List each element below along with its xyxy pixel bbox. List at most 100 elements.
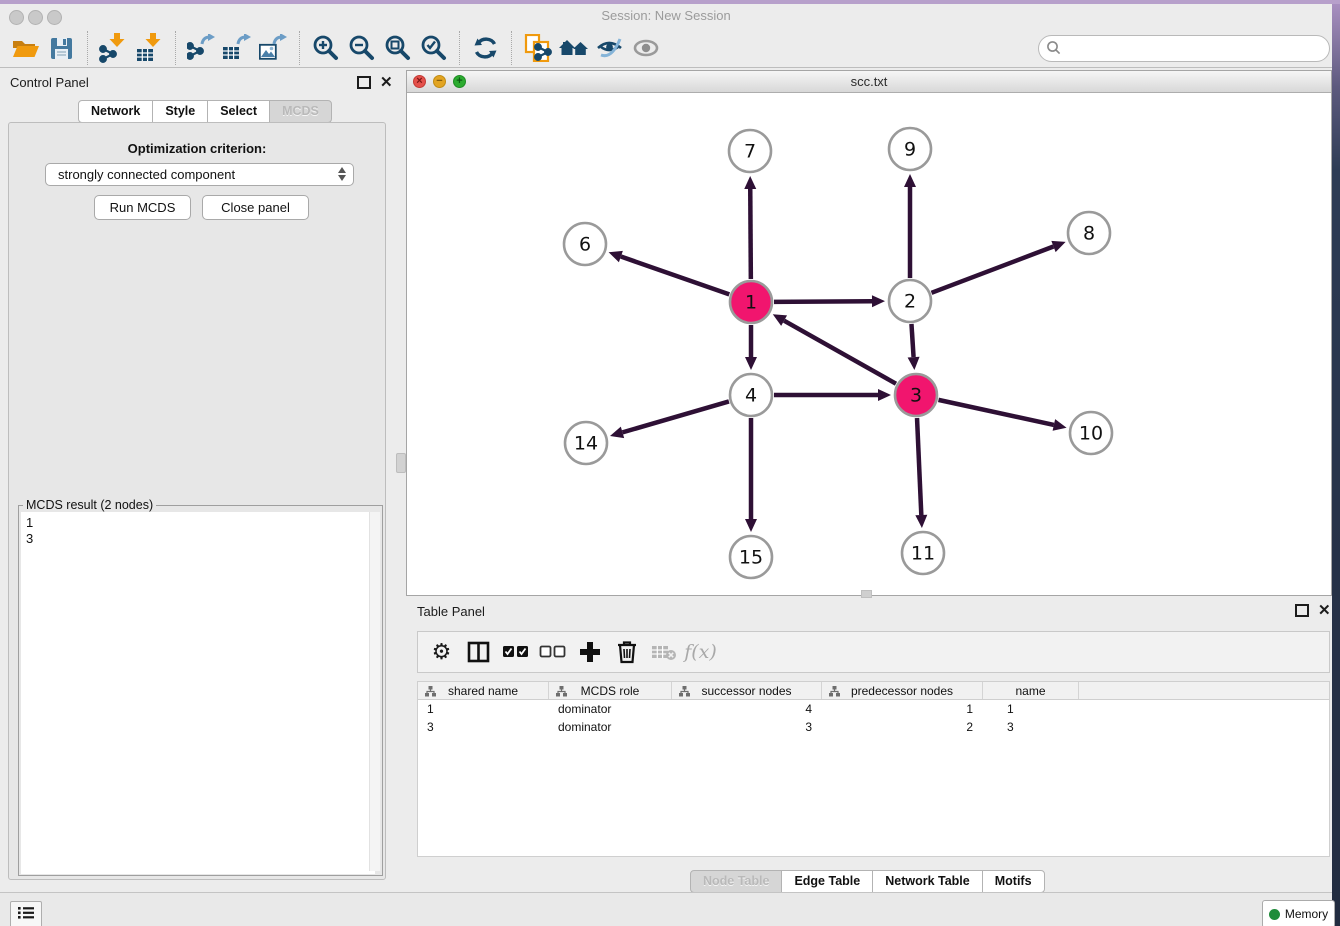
table-cell[interactable]: 2 (822, 718, 983, 736)
select-stepper-icon (338, 167, 346, 181)
graph-edge-3-10[interactable] (938, 400, 1053, 425)
export-image-icon[interactable] (256, 32, 292, 64)
column-header-predecessor-nodes[interactable]: predecessor nodes (822, 682, 983, 699)
delete-table-icon[interactable] (648, 635, 679, 669)
graph-arrowhead-4-15 (745, 519, 757, 532)
column-header-shared-name[interactable]: shared name (418, 682, 549, 699)
graph-node-2[interactable]: 2 (889, 280, 931, 322)
split-columns-icon[interactable] (463, 635, 494, 669)
save-session-icon[interactable] (44, 32, 80, 64)
graph-node-7[interactable]: 7 (729, 130, 771, 172)
toolbar-separator (87, 31, 89, 65)
graph-node-6[interactable]: 6 (564, 223, 606, 265)
criterion-value: strongly connected component (58, 167, 235, 182)
zoom-fit-icon[interactable] (380, 32, 416, 64)
zoom-out-icon[interactable] (344, 32, 380, 64)
network-canvas[interactable]: 7 9 6 8 1 2 4 3 14 10 15 11 (407, 93, 1331, 595)
control-panel-buttons: ✕ (357, 76, 393, 89)
clone-network-icon[interactable] (520, 32, 556, 64)
tab-edge-table[interactable]: Edge Table (781, 870, 873, 893)
refresh-icon[interactable] (468, 32, 504, 64)
task-history-button[interactable] (10, 901, 42, 926)
column-header-MCDS-role[interactable]: MCDS role (549, 682, 672, 699)
criterion-select[interactable]: strongly connected component (45, 163, 354, 186)
toolbar-separator (459, 31, 461, 65)
home-icon[interactable] (556, 32, 592, 64)
graph-node-11[interactable]: 11 (902, 532, 944, 574)
table-cell[interactable]: dominator (549, 718, 672, 736)
add-column-icon[interactable] (574, 635, 605, 669)
graph-node-9[interactable]: 9 (889, 128, 931, 170)
table-cell[interactable]: 1 (822, 700, 983, 718)
column-header-successor-nodes[interactable]: successor nodes (672, 682, 822, 699)
graph-node-8[interactable]: 8 (1068, 212, 1110, 254)
graph-edge-3-11[interactable] (917, 418, 921, 515)
table-cell[interactable]: 4 (672, 700, 822, 718)
tab-select[interactable]: Select (207, 100, 270, 123)
graph-node-14[interactable]: 14 (565, 422, 607, 464)
export-network-icon[interactable] (184, 32, 220, 64)
graph-node-10[interactable]: 10 (1070, 412, 1112, 454)
graph-arrowhead-3-10 (1053, 419, 1067, 431)
graph-node-3[interactable]: 3 (895, 374, 937, 416)
select-all-columns-icon[interactable] (500, 635, 531, 669)
result-scrollbar[interactable] (369, 512, 380, 871)
table-cell[interactable]: 1 (418, 700, 549, 718)
canvas-splitter-handle[interactable] (861, 590, 872, 598)
graph-arrowhead-4-3 (878, 389, 891, 401)
float-panel-icon[interactable] (1295, 604, 1309, 617)
panel-splitter-handle[interactable] (396, 453, 406, 473)
graph-node-1[interactable]: 1 (730, 281, 772, 323)
close-panel-icon[interactable]: ✕ (1318, 604, 1331, 617)
unselect-all-columns-icon[interactable] (537, 635, 568, 669)
table-cell[interactable]: dominator (549, 700, 672, 718)
tab-node-table[interactable]: Node Table (690, 870, 782, 893)
table-cell[interactable]: 1 (983, 700, 1079, 718)
sort-tree-icon (679, 686, 690, 700)
function-builder-icon[interactable]: f(x) (685, 635, 716, 669)
import-network-icon[interactable] (96, 32, 132, 64)
export-table-icon[interactable] (220, 32, 256, 64)
import-table-icon[interactable] (132, 32, 168, 64)
network-window: × − + scc.txt 7 9 6 8 1 2 4 3 14 10 15 1… (406, 70, 1332, 596)
graph-node-label: 10 (1079, 423, 1103, 445)
delete-column-icon[interactable] (611, 635, 642, 669)
close-panel-icon[interactable]: ✕ (380, 76, 393, 89)
toolbar-separator (511, 31, 513, 65)
graph-edge-2-8[interactable] (932, 246, 1054, 292)
optimization-criterion-label: Optimization criterion: (8, 141, 386, 156)
tab-network-table[interactable]: Network Table (872, 870, 983, 893)
table-row[interactable]: 1dominator411 (418, 700, 1329, 718)
zoom-in-icon[interactable] (308, 32, 344, 64)
graph-edge-1-2[interactable] (774, 301, 872, 302)
graph-node-4[interactable]: 4 (730, 374, 772, 416)
gear-icon[interactable]: ⚙ (426, 635, 457, 669)
close-panel-button[interactable]: Close panel (202, 195, 309, 220)
graph-edge-2-3[interactable] (911, 324, 913, 357)
zoom-selected-icon[interactable] (416, 32, 452, 64)
search-input[interactable] (1038, 35, 1330, 62)
tab-style[interactable]: Style (152, 100, 208, 123)
mcds-result-text[interactable]: 1 3 (21, 512, 375, 874)
hide-panels-icon[interactable] (592, 32, 628, 64)
float-panel-icon[interactable] (357, 76, 371, 89)
tab-mcds[interactable]: MCDS (269, 100, 332, 123)
table-cell[interactable]: 3 (672, 718, 822, 736)
show-eye-icon[interactable] (628, 32, 664, 64)
table-row[interactable]: 3dominator323 (418, 718, 1329, 736)
table-cell[interactable]: 3 (418, 718, 549, 736)
tab-motifs[interactable]: Motifs (982, 870, 1045, 893)
table-cell[interactable]: 3 (983, 718, 1079, 736)
graph-edge-3-1[interactable] (784, 321, 896, 384)
run-mcds-button[interactable]: Run MCDS (94, 195, 191, 220)
graph-node-label: 3 (910, 385, 922, 407)
open-file-icon[interactable] (8, 32, 44, 64)
memory-button[interactable]: Memory (1262, 900, 1335, 926)
column-header-filler (1079, 682, 1327, 699)
graph-edge-1-7[interactable] (750, 189, 751, 279)
tab-network[interactable]: Network (78, 100, 153, 123)
graph-node-15[interactable]: 15 (730, 536, 772, 578)
column-header-name[interactable]: name (983, 682, 1079, 699)
graph-edge-4-14[interactable] (622, 401, 728, 432)
graph-edge-1-6[interactable] (621, 257, 729, 295)
